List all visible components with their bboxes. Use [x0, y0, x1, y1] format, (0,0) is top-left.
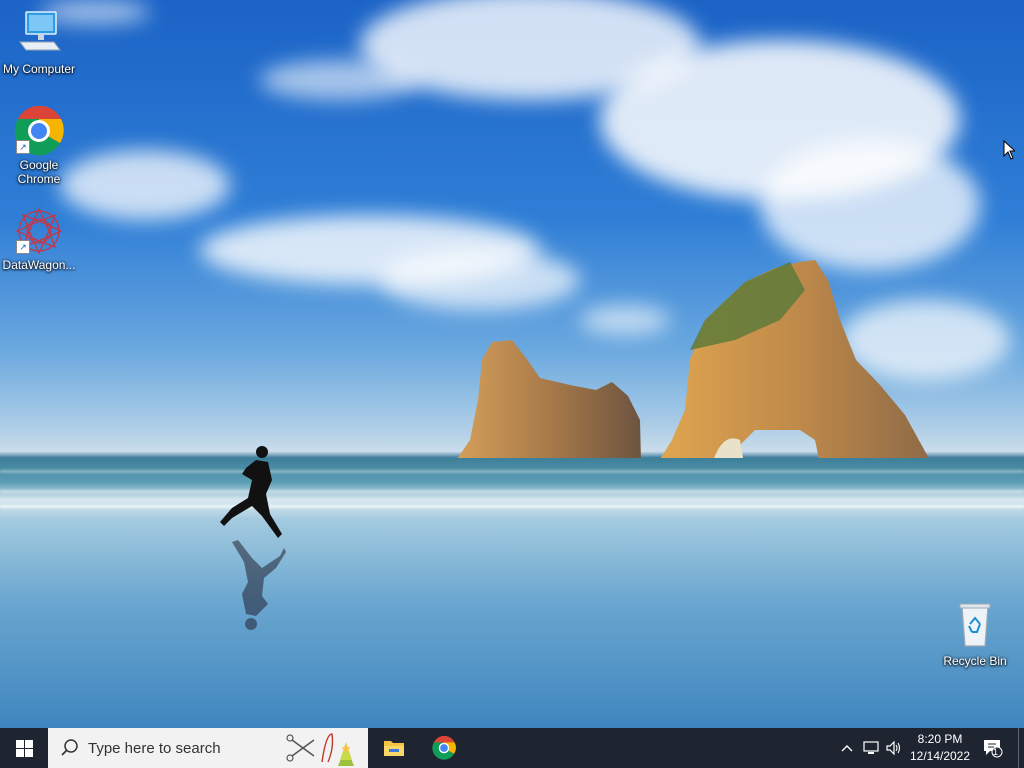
- taskbar-search-box[interactable]: [48, 728, 368, 768]
- taskbar-app-file-explorer[interactable]: [370, 728, 418, 768]
- tray-show-hidden-icons[interactable]: [838, 728, 856, 768]
- desktop-icon-my-computer[interactable]: My Computer: [1, 10, 77, 76]
- desktop-icon-recycle-bin[interactable]: Recycle Bin: [937, 602, 1013, 668]
- shortcut-arrow-icon: ↗: [16, 140, 30, 154]
- tray-network[interactable]: [860, 728, 882, 768]
- mouse-cursor-icon: [1003, 140, 1015, 160]
- chevron-up-icon: [841, 745, 853, 752]
- desktop-icon-google-chrome[interactable]: ↗ Google Chrome: [1, 105, 77, 186]
- recycle-bin-icon: [950, 602, 1000, 652]
- start-button[interactable]: [0, 728, 48, 768]
- shortcut-arrow-icon: ↗: [16, 240, 30, 254]
- wallpaper-wave: [0, 490, 1024, 493]
- notification-count-badge: 1: [992, 747, 998, 757]
- taskbar-app-google-chrome[interactable]: [420, 728, 468, 768]
- taskbar-clock[interactable]: 8:20 PM 12/14/2022: [904, 731, 976, 765]
- windows-logo-icon: [15, 739, 33, 757]
- wallpaper-beach: [0, 518, 1024, 728]
- computer-icon: [14, 10, 64, 60]
- chrome-icon: ↗: [14, 105, 64, 156]
- search-input[interactable]: [86, 738, 290, 758]
- desktop-wallpaper: My Computer ↗ Google Chrome ↗ DataWagon.…: [0, 0, 1024, 728]
- datawagon-icon: ↗: [14, 206, 64, 256]
- file-explorer-icon: [384, 741, 404, 756]
- show-desktop-button[interactable]: [1018, 728, 1024, 768]
- search-highlight-art-icon: [286, 733, 354, 766]
- desktop-icon-datawagon[interactable]: ↗ DataWagon...: [1, 206, 77, 272]
- chrome-icon: [432, 736, 456, 760]
- search-icon: [61, 739, 78, 756]
- taskbar: 8:20 PM 12/14/2022 1: [0, 728, 1024, 768]
- action-center-button[interactable]: 1: [980, 728, 1006, 768]
- desktop-icon-label: My Computer: [2, 62, 76, 76]
- wallpaper-runner: [220, 446, 286, 630]
- wallpaper-wave: [0, 505, 1024, 508]
- desktop-icon-label: Google Chrome: [17, 158, 61, 186]
- volume-icon: [886, 741, 901, 755]
- tray-volume[interactable]: [884, 728, 904, 768]
- wallpaper-sea: [0, 458, 1024, 518]
- network-icon: [863, 741, 879, 754]
- desktop-icon-label: Recycle Bin: [943, 654, 1007, 668]
- clock-time: 8:20 PM: [917, 732, 963, 746]
- wallpaper-wave: [0, 470, 1024, 473]
- clock-date: 12/14/2022: [909, 749, 971, 763]
- desktop-icon-label: DataWagon...: [2, 258, 76, 272]
